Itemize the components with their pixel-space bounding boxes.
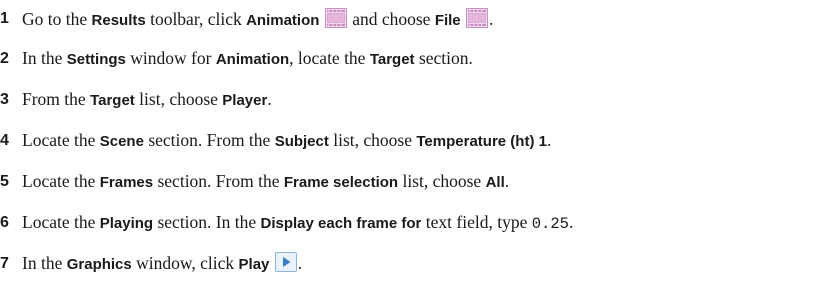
step-text-run: section. xyxy=(414,48,473,68)
step-text-run: From the xyxy=(22,89,91,109)
step-text-run: list, choose xyxy=(134,89,223,109)
step-number: 2 xyxy=(0,50,9,67)
step-item: 3 From the Target list, choose Player. xyxy=(0,79,814,120)
step-text-run: section. In the xyxy=(153,212,261,232)
step-text-run: . xyxy=(489,9,494,29)
step-item: 5 Locate the Frames section. From the Fra… xyxy=(0,161,814,202)
step-item: 2 In the Settings window for Animation, l… xyxy=(0,38,814,79)
step-text-run: Locate the xyxy=(22,212,100,232)
step-text-run: window for xyxy=(125,48,216,68)
step-number: 6 xyxy=(0,214,9,231)
step-text-run: toolbar, click xyxy=(145,9,247,29)
step-text-run: section. From the xyxy=(143,130,275,150)
step-number: 3 xyxy=(0,91,9,108)
step-text: Locate the Playing section. In the Displ… xyxy=(22,202,573,245)
file-filmstrip-icon xyxy=(466,8,489,28)
ui-term: Results xyxy=(91,12,146,29)
step-text-run: . xyxy=(297,253,303,273)
step-text: In the Graphics window, click Play . xyxy=(22,243,302,285)
ui-term: Graphics xyxy=(66,256,132,273)
step-text: Locate the Scene section. From the Subje… xyxy=(22,120,551,162)
step-number: 4 xyxy=(0,132,9,149)
step-text-run: . xyxy=(267,89,272,109)
step-item: 4 Locate the Scene section. From the Subj… xyxy=(0,120,814,161)
step-text-run: list, choose xyxy=(328,130,417,150)
step-text-run: text field, type xyxy=(421,212,532,232)
step-number: 7 xyxy=(0,255,9,272)
ui-term: Target xyxy=(369,51,415,68)
step-item: 7 In the Graphics window, click Play . xyxy=(0,243,814,284)
instruction-steps: 1 Go to the Results toolbar, click Animat… xyxy=(0,0,814,284)
ui-term: Temperature (ht) 1 xyxy=(416,133,547,150)
step-text-run: Locate the xyxy=(22,130,100,150)
step-text-run: In the xyxy=(22,48,67,68)
ui-term: Target xyxy=(90,92,135,109)
step-text-run: and choose xyxy=(347,9,435,29)
step-text: Go to the Results toolbar, click Animati… xyxy=(22,0,493,40)
step-text-run: . xyxy=(546,130,552,150)
ui-term: All xyxy=(485,174,505,191)
animation-filmstrip-icon xyxy=(324,8,347,28)
ui-term: Frame selection xyxy=(283,174,399,191)
step-text-run: list, choose xyxy=(398,171,486,191)
step-text-run: window, click xyxy=(131,253,239,273)
ui-term: Play xyxy=(238,256,270,273)
step-text-run: . xyxy=(568,212,574,232)
ui-term: Player xyxy=(222,92,268,109)
ui-term: Settings xyxy=(66,51,126,68)
step-text-run: In the xyxy=(22,253,67,273)
step-text-run: . xyxy=(504,171,510,191)
ui-term: Display each frame for xyxy=(260,215,422,232)
ui-term: File xyxy=(434,12,461,29)
step-item: 1 Go to the Results toolbar, click Animat… xyxy=(0,0,814,38)
step-text-run: section. From the xyxy=(153,171,284,191)
step-text: From the Target list, choose Player. xyxy=(22,79,272,121)
ui-term: Animation xyxy=(215,51,290,68)
step-number: 1 xyxy=(0,10,9,27)
step-text: Locate the Frames section. From the Fram… xyxy=(22,161,509,203)
ui-term: Playing xyxy=(99,215,154,232)
step-text-run: , locate the xyxy=(289,48,370,68)
step-number: 5 xyxy=(0,173,9,190)
step-item: 6 Locate the Playing section. In the Disp… xyxy=(0,202,814,243)
ui-term: Scene xyxy=(99,133,144,150)
ui-term: Frames xyxy=(99,174,154,191)
step-text-run: Go to the xyxy=(22,9,92,29)
play-icon xyxy=(274,252,297,272)
step-text-run: Locate the xyxy=(22,171,100,191)
step-text: In the Settings window for Animation, lo… xyxy=(22,38,473,80)
typed-value: 0.25 xyxy=(531,215,569,233)
ui-term: Subject xyxy=(274,133,329,150)
ui-term: Animation xyxy=(246,12,320,29)
